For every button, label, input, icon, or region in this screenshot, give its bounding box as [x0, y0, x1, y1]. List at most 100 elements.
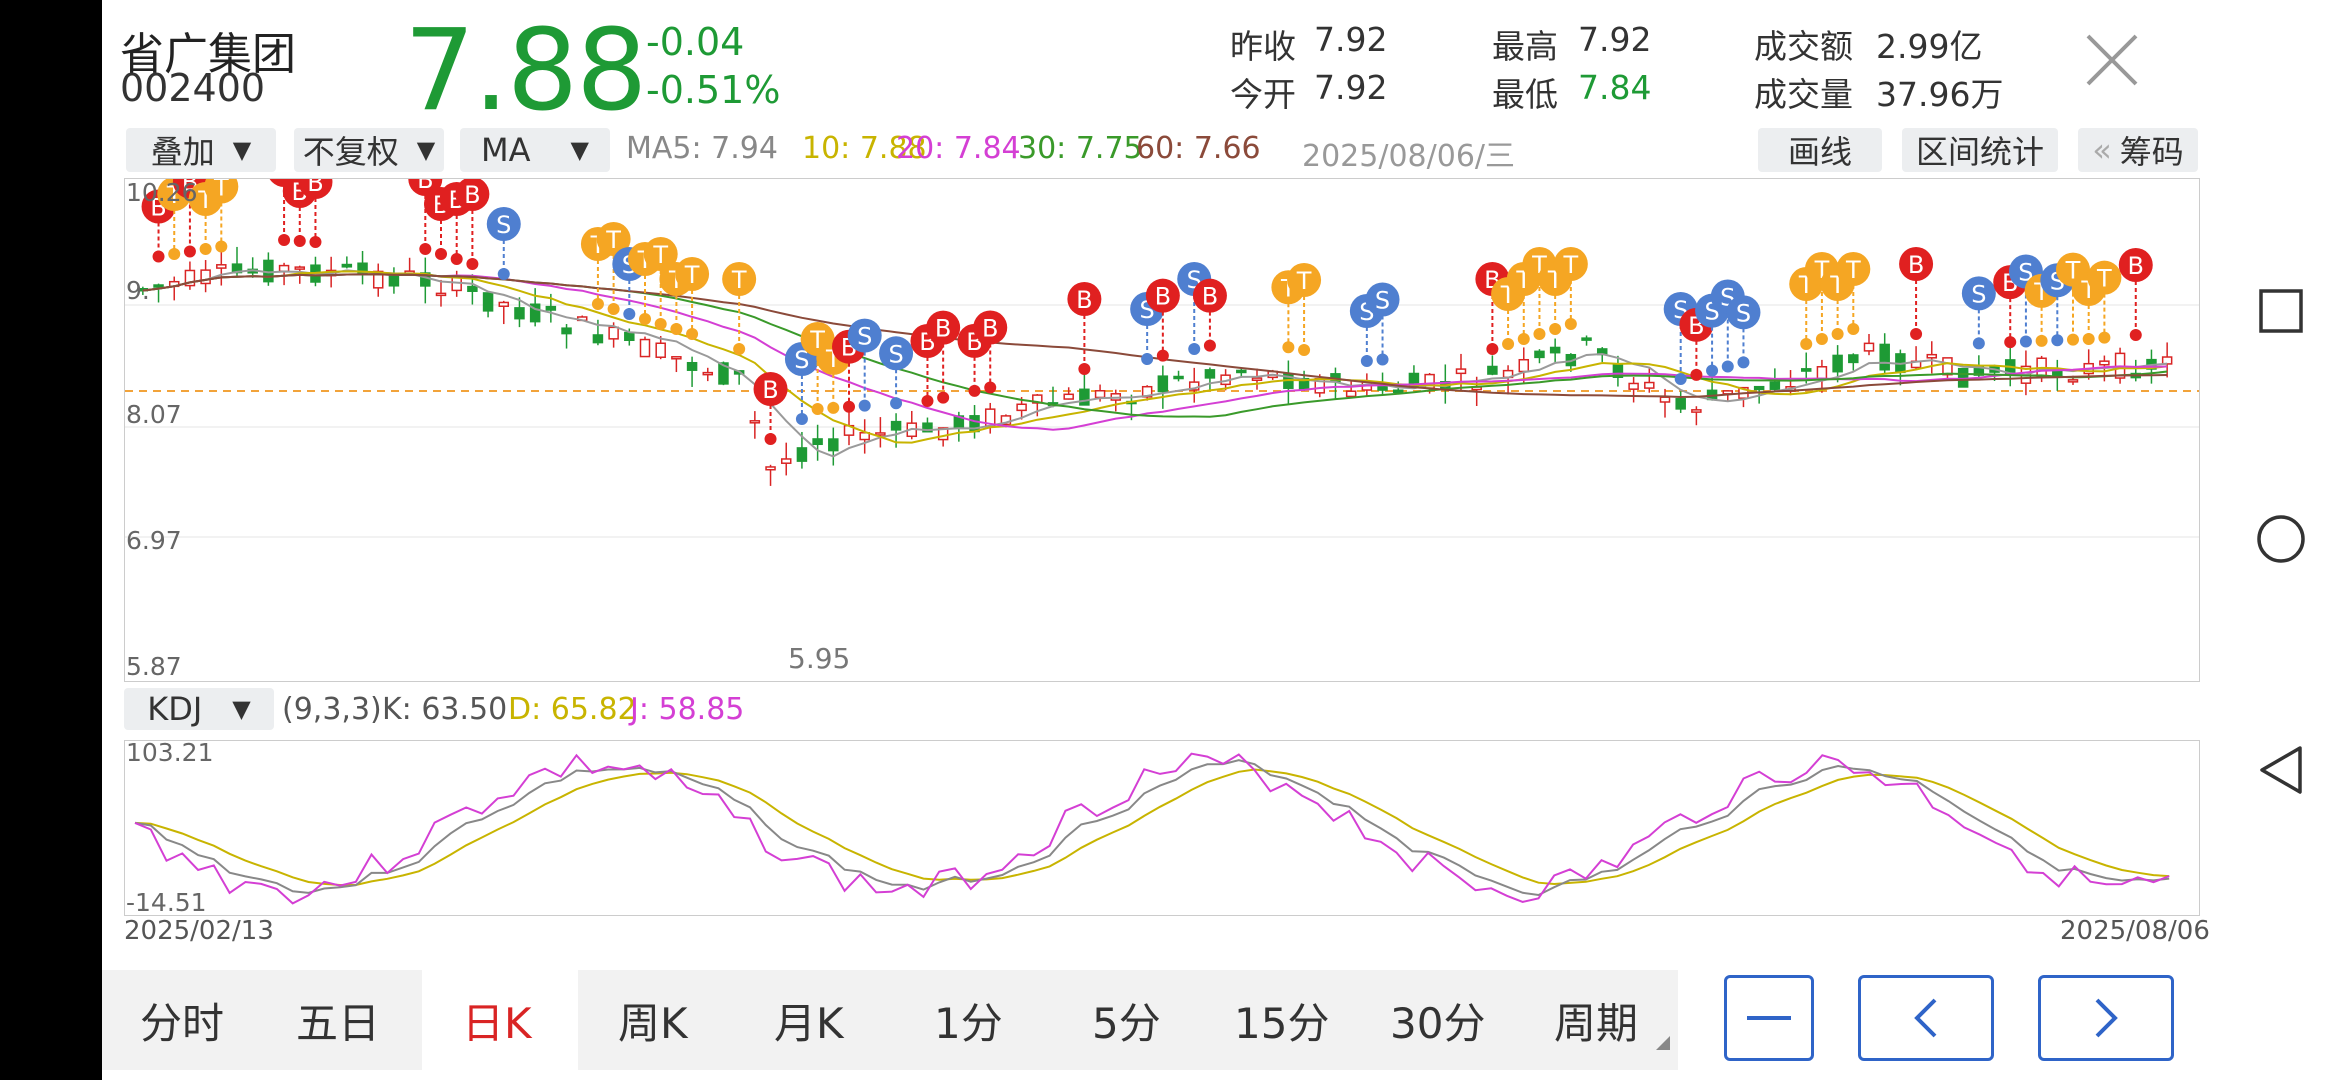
marker-dot [654, 318, 667, 330]
price-change-pct: -0.51% [646, 68, 781, 112]
stock-code: 002400 [120, 66, 266, 110]
marker-dot [450, 253, 463, 265]
candle-body [1753, 385, 1765, 391]
ma60-value: 60: 7.66 [1136, 131, 1261, 166]
kline-y-label: 9. [126, 276, 150, 305]
marker-dot [1517, 333, 1530, 345]
signal-marker-label: T [605, 226, 621, 254]
dropdown-arrow-icon: ▼ [232, 695, 251, 723]
signal-marker-label: B [1155, 283, 1171, 311]
marker-dot [1502, 338, 1515, 350]
marker-dot [1721, 360, 1734, 373]
marker-dot [1486, 343, 1499, 355]
range-stats-button[interactable]: 区间统计 [1902, 128, 2058, 172]
overlay-dropdown[interactable]: 叠加 ▼ [126, 128, 276, 172]
ma30-value: 30: 7.75 [1018, 131, 1143, 166]
kdj-dropdown[interactable]: KDJ ▼ [124, 688, 274, 730]
tab-period[interactable]: 周期 [1554, 990, 1638, 1051]
marker-dot [670, 323, 683, 335]
chips-label: 筹码 [2119, 133, 2184, 171]
marker-dot [2098, 331, 2111, 344]
chips-button[interactable]: «筹码 [2078, 128, 2198, 172]
marker-dot [199, 243, 212, 255]
kline-chart[interactable]: BTBTTBBBBBBBSTTSTTTTTBSTTBSSBBBBBSBSBTTS… [124, 153, 2200, 682]
candle-body [1942, 357, 1953, 376]
tab-monthly-k[interactable]: 月K [774, 990, 844, 1051]
tab-five-day[interactable]: 五日 [296, 990, 380, 1051]
signal-marker-label: T [1845, 256, 1861, 284]
next-button[interactable] [2038, 975, 2174, 1061]
kdj-k-line [134, 759, 2170, 897]
candle-body [1848, 354, 1859, 364]
marker-dot [639, 313, 651, 325]
candle-body [2067, 379, 2079, 383]
candle-body [671, 356, 682, 360]
zoom-out-button[interactable] [1724, 975, 1814, 1061]
tab-15min[interactable]: 15分 [1234, 990, 1329, 1051]
marker-dot [623, 308, 636, 320]
marker-dot [2067, 333, 2079, 346]
marker-dot [466, 258, 479, 270]
candle-body [1534, 350, 1545, 359]
candle-body [608, 326, 619, 340]
candle-body [655, 342, 666, 358]
candle-body [1487, 365, 1498, 375]
candle-body [1157, 375, 1169, 393]
candle-body [1063, 393, 1074, 400]
kline-y-label: 6.97 [126, 526, 182, 555]
open-label: 今开 [1230, 75, 1296, 114]
tab-30min[interactable]: 30分 [1390, 990, 1485, 1051]
tab-1min[interactable]: 1分 [934, 990, 1003, 1051]
marker-dot [921, 395, 934, 407]
ma20-value: 20: 7.84 [896, 131, 1021, 166]
kdj-chart[interactable] [124, 740, 2200, 916]
signal-marker-label: B [1908, 251, 1924, 279]
draw-line-button[interactable]: 画线 [1758, 128, 1882, 172]
signal-marker-label: S [888, 340, 903, 368]
signal-marker-label: S [1375, 287, 1390, 315]
marker-dot [1203, 339, 1216, 352]
candle-body [1675, 398, 1686, 410]
marker-dot [733, 343, 746, 355]
tab-weekly-k[interactable]: 周K [618, 990, 688, 1051]
circle-icon [2257, 515, 2305, 563]
recent-apps-button[interactable] [2258, 288, 2304, 338]
signal-marker-label: B [982, 315, 998, 343]
home-button[interactable] [2256, 514, 2306, 568]
marker-dot [811, 403, 824, 415]
candle-body [153, 284, 164, 288]
candle-body [514, 307, 525, 320]
marker-dot [1910, 328, 1923, 340]
tab-5min[interactable]: 5分 [1092, 990, 1161, 1051]
price-change: -0.04 [646, 20, 745, 64]
marker-dot [968, 384, 981, 397]
dropdown-arrow-icon: ▼ [416, 136, 436, 164]
signal-marker-label: T [731, 266, 747, 294]
marker-dot [858, 399, 871, 412]
low-value: 7.84 [1578, 68, 1652, 107]
dropdown-arrow-icon: ▼ [570, 136, 589, 164]
marker-dot [607, 303, 620, 315]
chart-date: 2025/08/06/三 [1302, 139, 1516, 174]
prev-button[interactable] [1858, 975, 1994, 1061]
candle-body [780, 458, 792, 464]
tab-intraday[interactable]: 分时 [140, 990, 224, 1051]
signal-marker-label: T [2096, 265, 2112, 293]
candle-body [1879, 343, 1890, 371]
close-icon[interactable] [2082, 30, 2142, 90]
marker-dot [1706, 364, 1719, 377]
tab-daily-k[interactable]: 日K [462, 990, 532, 1051]
signal-marker-label: T [213, 179, 229, 202]
candle-body [592, 334, 604, 344]
kdj-k-value: K: 63.50 [382, 692, 508, 727]
dropdown-arrow-icon: ▼ [232, 136, 252, 164]
candle-body [875, 432, 886, 436]
indicator-dropdown[interactable]: MA ▼ [460, 128, 610, 172]
adjust-dropdown[interactable]: 不复权 ▼ [294, 128, 444, 172]
kdj-label: KDJ [147, 690, 203, 728]
signal-marker-label: S [1971, 280, 1986, 308]
marker-dot [435, 248, 447, 260]
back-button[interactable] [2258, 744, 2304, 800]
marker-dot [1674, 373, 1687, 385]
marker-dot [1188, 343, 1201, 355]
